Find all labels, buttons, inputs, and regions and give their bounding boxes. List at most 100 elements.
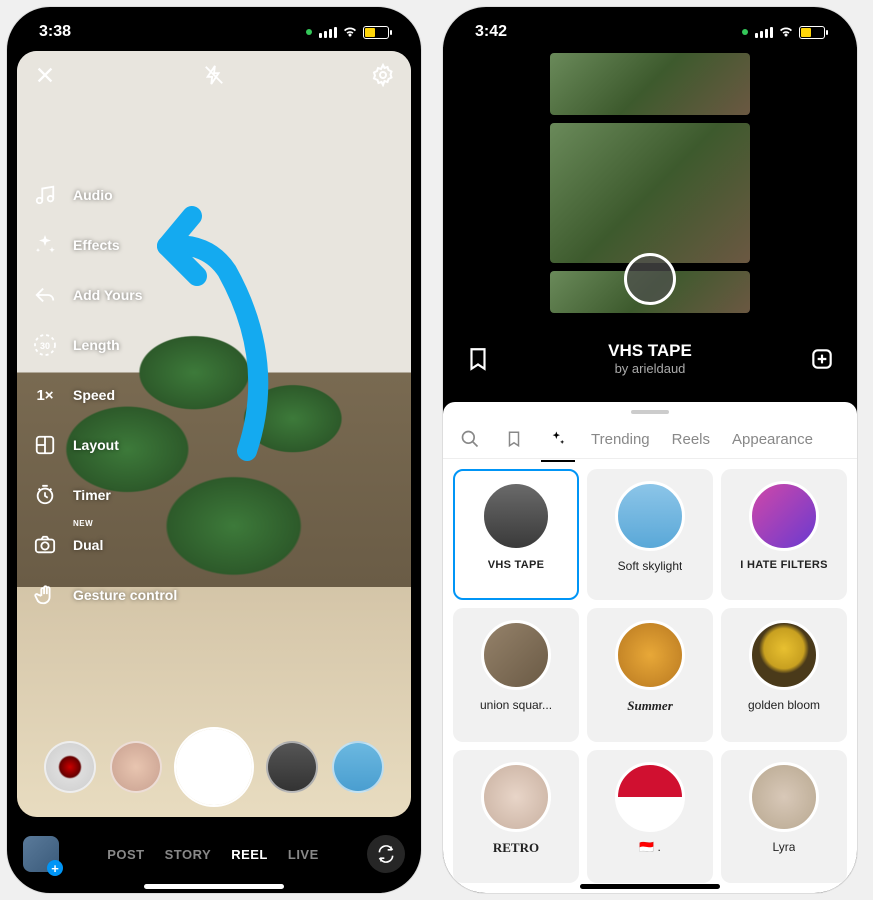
effect-thumb-next2[interactable] xyxy=(332,741,384,793)
effect-thumb-prev2[interactable] xyxy=(44,741,96,793)
effect-card-label: I HATE FILTERS xyxy=(740,559,828,571)
effects-sheet: Trending Reels Appearance VHS TAPE Soft … xyxy=(443,402,857,893)
preview-frame xyxy=(550,123,750,263)
effect-card-label: Soft skylight xyxy=(618,559,683,573)
control-timer-label: Timer xyxy=(73,487,111,503)
effect-thumb-icon xyxy=(749,762,819,832)
effect-carousel[interactable] xyxy=(17,727,411,807)
status-bar: 3:42 xyxy=(451,15,849,49)
control-audio[interactable]: Audio xyxy=(31,181,177,209)
effect-card-flag[interactable]: 🇮🇩 . xyxy=(587,750,713,883)
capture-modes[interactable]: POST STORY REEL LIVE xyxy=(59,847,367,862)
effect-card-label: 🇮🇩 . xyxy=(639,840,661,854)
bottom-bar: POST STORY REEL LIVE xyxy=(7,825,421,883)
effect-title-row: VHS TAPE by arieldaud xyxy=(443,341,857,376)
mode-reel[interactable]: REEL xyxy=(231,847,268,862)
shutter-button[interactable] xyxy=(176,729,252,805)
effect-card-retro[interactable]: RETRO xyxy=(453,750,579,883)
control-length-label: Length xyxy=(73,337,120,353)
control-dual-label: Dual xyxy=(73,537,103,553)
effect-thumb-icon xyxy=(615,762,685,832)
layout-icon xyxy=(31,431,59,459)
effect-name: VHS TAPE xyxy=(608,341,692,361)
effect-card-label: RETRO xyxy=(493,840,539,856)
control-layout[interactable]: Layout xyxy=(31,431,177,459)
mode-story[interactable]: STORY xyxy=(165,847,212,862)
effect-thumb-next1[interactable] xyxy=(266,741,318,793)
control-audio-label: Audio xyxy=(73,187,113,203)
wifi-icon xyxy=(778,26,794,38)
control-timer[interactable]: Timer xyxy=(31,481,177,509)
effect-thumb-icon xyxy=(749,620,819,690)
tab-sparkle-icon[interactable] xyxy=(547,428,569,450)
svg-text:30: 30 xyxy=(40,341,50,351)
effect-card-golden-bloom[interactable]: golden bloom xyxy=(721,608,847,741)
battery-icon xyxy=(363,26,389,39)
effect-card-lyra[interactable]: Lyra xyxy=(721,750,847,883)
duration-icon: 30 xyxy=(31,331,59,359)
mode-live[interactable]: LIVE xyxy=(288,847,319,862)
effect-card-summer[interactable]: Summer xyxy=(587,608,713,741)
tab-trending[interactable]: Trending xyxy=(591,431,650,448)
effect-card-label: Summer xyxy=(627,698,673,714)
controls-column: Audio Effects Add Yours 30 Length 1× Spe… xyxy=(31,181,177,609)
effect-author[interactable]: by arieldaud xyxy=(608,361,692,376)
mode-post[interactable]: POST xyxy=(107,847,144,862)
tab-saved-icon[interactable] xyxy=(503,428,525,450)
control-effects-label: Effects xyxy=(73,237,120,253)
add-to-icon[interactable] xyxy=(809,346,835,372)
control-gesture-label: Gesture control xyxy=(73,587,177,603)
effect-card-soft-skylight[interactable]: Soft skylight xyxy=(587,469,713,600)
sparkle-icon xyxy=(31,231,59,259)
effect-thumb-icon xyxy=(615,481,685,551)
status-right xyxy=(742,26,825,39)
phone-right: 3:42 VHS TAPE by arieldaud xyxy=(442,6,858,894)
control-effects[interactable]: Effects xyxy=(31,231,177,259)
effect-thumb-icon xyxy=(481,620,551,690)
settings-icon[interactable] xyxy=(369,61,397,89)
gallery-button[interactable] xyxy=(23,836,59,872)
tab-appearance[interactable]: Appearance xyxy=(732,431,813,448)
switch-camera-button[interactable] xyxy=(367,835,405,873)
effect-card-label: golden bloom xyxy=(748,698,820,712)
control-layout-label: Layout xyxy=(73,437,119,453)
control-speed-label: Speed xyxy=(73,387,115,403)
effect-card-union-square[interactable]: union squar... xyxy=(453,608,579,741)
effect-card-hate-filters[interactable]: I HATE FILTERS xyxy=(721,469,847,600)
control-dual[interactable]: NEW Dual xyxy=(31,531,177,559)
camera-top-row xyxy=(31,61,397,89)
status-right xyxy=(306,26,389,39)
effect-thumb-prev1[interactable] xyxy=(110,741,162,793)
music-icon xyxy=(31,181,59,209)
tab-reels[interactable]: Reels xyxy=(672,431,710,448)
sheet-handle[interactable] xyxy=(631,410,669,414)
close-icon[interactable] xyxy=(31,61,59,89)
control-add-yours[interactable]: Add Yours xyxy=(31,281,177,309)
control-length[interactable]: 30 Length xyxy=(31,331,177,359)
bookmark-icon[interactable] xyxy=(465,346,491,372)
effects-grid[interactable]: VHS TAPE Soft skylight I HATE FILTERS un… xyxy=(443,459,857,893)
preview-effect-ring[interactable] xyxy=(624,253,676,305)
control-add-yours-label: Add Yours xyxy=(73,287,143,303)
effect-card-label: union squar... xyxy=(480,698,552,712)
home-indicator[interactable] xyxy=(144,884,284,889)
effect-thumb-icon xyxy=(749,481,819,551)
home-indicator[interactable] xyxy=(580,884,720,889)
preview-stack[interactable] xyxy=(550,53,750,313)
phone-left: 3:38 Audio xyxy=(6,6,422,894)
flash-off-icon[interactable] xyxy=(200,61,228,89)
control-speed[interactable]: 1× Speed xyxy=(31,381,177,409)
status-bar: 3:38 xyxy=(15,15,413,49)
effect-thumb-icon xyxy=(481,481,551,551)
hand-icon xyxy=(31,581,59,609)
camera-icon xyxy=(31,531,59,559)
wifi-icon xyxy=(342,26,358,38)
control-gesture[interactable]: Gesture control xyxy=(31,581,177,609)
effect-card-label: VHS TAPE xyxy=(488,559,545,571)
speed-value: 1× xyxy=(36,387,53,404)
status-time: 3:38 xyxy=(39,23,71,41)
effect-thumb-icon xyxy=(481,762,551,832)
effect-card-label: Lyra xyxy=(773,840,796,854)
effect-card-vhs[interactable]: VHS TAPE xyxy=(453,469,579,600)
tab-search-icon[interactable] xyxy=(459,428,481,450)
